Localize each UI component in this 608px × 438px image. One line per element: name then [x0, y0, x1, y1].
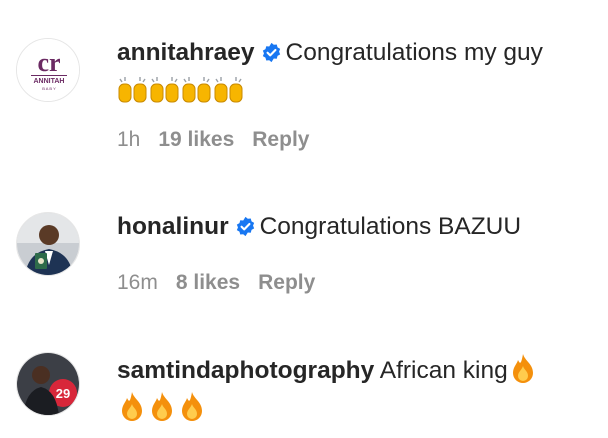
svg-text:cr: cr [37, 48, 60, 77]
username[interactable]: samtindaphotography [117, 357, 374, 384]
avatar[interactable] [16, 212, 80, 276]
annitah-logo-icon: cr ANNITAH B A B Y [17, 39, 79, 101]
avatar[interactable]: 29 [16, 352, 80, 416]
person-photo-icon [17, 213, 79, 275]
comment-meta: 16m 8 likes Reply [117, 271, 602, 295]
avatar[interactable]: cr ANNITAH B A B Y [16, 38, 80, 102]
raising-hands-icon [150, 77, 179, 103]
svg-text:ANNITAH: ANNITAH [34, 78, 65, 85]
username[interactable]: honalinur [117, 213, 229, 240]
svg-text:29: 29 [56, 386, 70, 401]
raising-hands-icon [118, 77, 147, 103]
username[interactable]: annitahraey [117, 39, 255, 66]
comment-text: Congratulations BAZUU [259, 213, 522, 240]
person-photo-icon: 29 [17, 353, 79, 415]
likes-count[interactable]: 8 likes [176, 271, 240, 294]
comment-text: African king [379, 357, 508, 384]
fire-icon [152, 392, 172, 422]
comment-meta: 1h 19 likes Reply [117, 128, 602, 152]
comment-item: cr ANNITAH B A B Y annitahraey Congratul… [0, 0, 608, 180]
reply-button[interactable]: Reply [258, 271, 315, 294]
timestamp: 16m [117, 271, 158, 294]
reply-button[interactable]: Reply [252, 128, 309, 151]
comment-text: Congratulations my guy [285, 39, 543, 66]
verified-badge-icon [262, 42, 280, 63]
raising-hands-icon [182, 77, 211, 103]
raising-hands-icon [214, 77, 243, 103]
verified-badge-icon [236, 216, 254, 237]
timestamp: 1h [117, 128, 141, 152]
fire-icon [182, 392, 202, 422]
svg-text:B A B Y: B A B Y [42, 86, 56, 91]
emoji-row [117, 390, 602, 422]
fire-icon [122, 392, 142, 422]
comment-item: 29 samtindaphotography African king [0, 340, 608, 438]
comment-item: honalinur Congratulations BAZUU 16m 8 lik… [0, 180, 608, 340]
emoji-row [117, 74, 602, 104]
fire-icon [512, 354, 533, 383]
likes-count[interactable]: 19 likes [158, 128, 234, 151]
